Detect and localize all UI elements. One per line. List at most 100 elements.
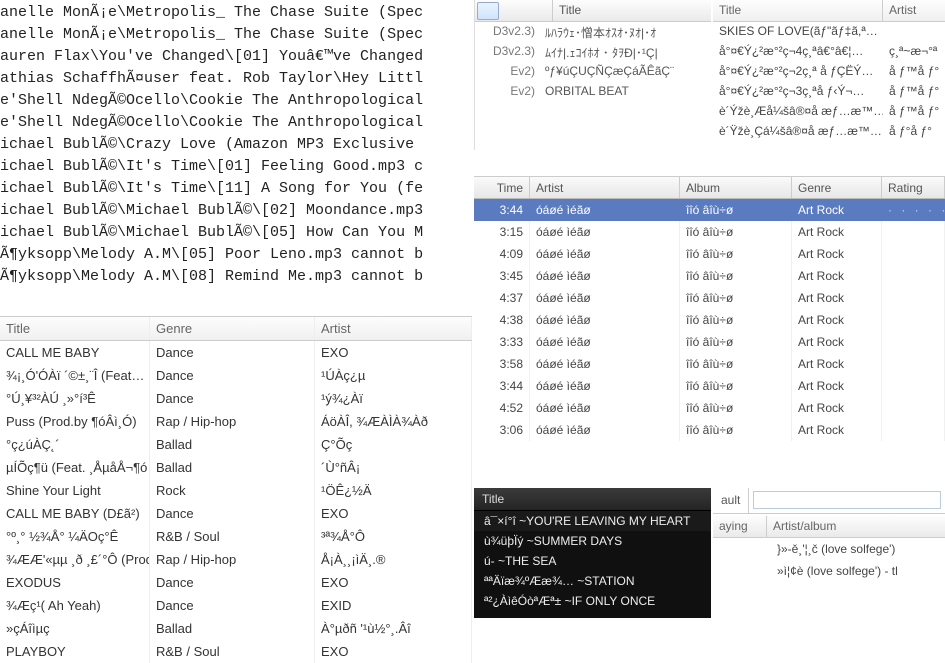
table-row[interactable]: CALL ME BABY (D£ã²)DanceEXO bbox=[0, 502, 472, 525]
table-row[interactable]: 3:45óáøé ìéãøîîó âîù÷øArt Rock bbox=[474, 265, 945, 287]
list-item[interactable]: ª²¿ÀìêÓòªÆª± ~IF ONLY ONCE bbox=[474, 591, 711, 611]
cell-rating[interactable] bbox=[882, 265, 945, 287]
table-row[interactable]: 4:37óáøé ìéãøîîó âîù÷øArt Rock bbox=[474, 287, 945, 309]
table-row[interactable]: °Ú¸¥³²ÀÚ ¸»°í³ÊDance¹ý¾¿Àï bbox=[0, 387, 472, 410]
cell-genre: Art Rock bbox=[792, 353, 882, 375]
cell-album: îîó âîù÷ø bbox=[680, 375, 792, 397]
cell-title: ºƒ¥úÇUÇÑÇæÇáÃÊãÇ¨ bbox=[539, 62, 711, 82]
cell-artist: óáøé ìéãø bbox=[530, 287, 680, 309]
col-header-title[interactable]: Title bbox=[0, 317, 150, 340]
cell-rating[interactable] bbox=[882, 287, 945, 309]
table-row[interactable]: °º¸° ½¾Å° ¼ÄOç°ÊR&B / Soul³ª¾Å°Ô bbox=[0, 525, 472, 548]
list-item[interactable]: »ì¦¢è (love solfege') - tl bbox=[713, 560, 945, 582]
cell-artist: óáøé ìéãø bbox=[530, 243, 680, 265]
table-row[interactable]: 4:38óáøé ìéãøîîó âîù÷øArt Rock bbox=[474, 309, 945, 331]
table-row[interactable]: ¾ÆÆ'«µµ ¸ð ¸£´°Ô (Prod…Rap / Hip-hopÅ¡À¸… bbox=[0, 548, 472, 571]
table-row[interactable]: Shine Your LightRock¹ÖÊ¿½Ä bbox=[0, 479, 472, 502]
table-row[interactable]: 4:09óáøé ìéãøîîó âîù÷øArt Rock bbox=[474, 243, 945, 265]
cell-rating[interactable] bbox=[882, 331, 945, 353]
cell-album: îîó âîù÷ø bbox=[680, 221, 792, 243]
cell-title: °ç¿úÀÇ˛´ bbox=[0, 433, 150, 456]
table-row[interactable]: ¾¡¸Ó'ÓÀï ´©±¸¨Î (Feat…Dance¹ÚÀç¿µ bbox=[0, 364, 472, 387]
table-row[interactable]: å°¤€Ý¿²æ°²ç¬3ç¸ªå ƒ‹Ý¬…å ƒ™å ƒ° bbox=[713, 82, 945, 102]
cell-rating[interactable] bbox=[882, 309, 945, 331]
cell-title: ¾ÆÆ'«µµ ¸ð ¸£´°Ô (Prod… bbox=[0, 548, 150, 571]
log-line: auren Flax\You've Changed\[01] Youâ€™ve … bbox=[0, 46, 470, 68]
cell-tag-version: D3v2.3) bbox=[475, 22, 539, 42]
table-row[interactable]: Ev2)ºƒ¥úÇUÇÑÇæÇáÃÊãÇ¨ bbox=[475, 62, 711, 82]
table-row[interactable]: Puss (Prod.by ¶óÂì¸Ó)Rap / Hip-hopÁöÀÎ, … bbox=[0, 410, 472, 433]
cell-rating[interactable] bbox=[882, 397, 945, 419]
cell-title: »çÁîìµç bbox=[0, 617, 150, 640]
cell-title: ¾Æç¹( Ah Yeah) bbox=[0, 594, 150, 617]
table-row[interactable]: 4:52óáøé ìéãøîîó âîù÷øArt Rock bbox=[474, 397, 945, 419]
cell-title: è´Ýžè¸Æå¼šâ®¤å æƒ…æ™… bbox=[713, 102, 883, 122]
list-item[interactable]: â¯×í°î ~YOU'RE LEAVING MY HEART bbox=[474, 511, 711, 531]
cell-artist: å ƒ°å ƒ° bbox=[883, 122, 945, 142]
cell-title: CALL ME BABY (D£ã²) bbox=[0, 502, 150, 525]
cell-time: 3:06 bbox=[474, 419, 530, 441]
table-row[interactable]: å°¤€Ý¿²æ°²ç¬2ç¸ª å ƒÇËÝ…å ƒ™å ƒ° bbox=[713, 62, 945, 82]
cell-time: 3:44 bbox=[474, 199, 530, 221]
table-row[interactable]: è´Ÿžè¸Çá¼šâ®¤å æƒ…æ™…å ƒ°å ƒ° bbox=[713, 122, 945, 142]
col-header-playing[interactable]: aying bbox=[713, 516, 767, 537]
table-row[interactable]: Ev2)ORBITAL BEAT bbox=[475, 82, 711, 102]
cell-rating[interactable] bbox=[882, 375, 945, 397]
table-row[interactable]: D3v2.3)ﾑｲﾅ|.ｪｺｲﾎｵ ･ ﾀｦÐ|･¹Ç| bbox=[475, 42, 711, 62]
cell-rating[interactable]: · · · · · bbox=[882, 199, 945, 221]
col-header-rating[interactable]: Rating bbox=[882, 177, 945, 198]
log-line: ichael BublÃ©\It's Time\[11] A Song for … bbox=[0, 178, 470, 200]
col-header-time[interactable]: Time bbox=[474, 177, 530, 198]
col-header-artist[interactable]: Artist bbox=[883, 0, 945, 21]
col-header-title[interactable]: Title bbox=[713, 0, 883, 21]
cell-rating[interactable] bbox=[882, 419, 945, 441]
table-row[interactable]: D3v2.3)ﾙﾊﾗｳｪ･憎本ｵｽｵ･ﾇｵ|･ｵ bbox=[475, 22, 711, 42]
col-header-artist[interactable]: Artist bbox=[530, 177, 680, 198]
table-row[interactable]: è´Ýžè¸Æå¼šâ®¤å æƒ…æ™…å ƒ™å ƒ° bbox=[713, 102, 945, 122]
list-item[interactable]: }»-ě¸'¦¸č (love solfege') bbox=[713, 538, 945, 560]
table-row[interactable]: 3:15óáøé ìéãøîîó âîù÷øArt Rock bbox=[474, 221, 945, 243]
col-header-artist[interactable]: Artist bbox=[315, 317, 472, 340]
table-row[interactable]: 3:58óáøé ìéãøîîó âîù÷øArt Rock bbox=[474, 353, 945, 375]
cell-rating[interactable] bbox=[882, 353, 945, 375]
col-header-artist-album[interactable]: Artist/album bbox=[767, 516, 945, 537]
cell-genre: Art Rock bbox=[792, 309, 882, 331]
table-row[interactable]: 3:33óáøé ìéãøîîó âîù÷øArt Rock bbox=[474, 331, 945, 353]
cell-genre: Art Rock bbox=[792, 397, 882, 419]
table-row[interactable]: EXODUSDanceEXO bbox=[0, 571, 472, 594]
table-row[interactable]: 3:44óáøé ìéãøîîó âîù÷øArt Rock bbox=[474, 375, 945, 397]
col-header-genre[interactable]: Genre bbox=[792, 177, 882, 198]
cell-genre: Dance bbox=[150, 594, 315, 617]
cell-genre: Ballad bbox=[150, 617, 315, 640]
cell-genre: Art Rock bbox=[792, 221, 882, 243]
cell-genre: Dance bbox=[150, 502, 315, 525]
table-row[interactable]: ¾Æç¹( Ah Yeah)DanceEXID bbox=[0, 594, 472, 617]
table-row[interactable]: °ç¿úÀÇ˛´BalladÇ°Õç bbox=[0, 433, 472, 456]
table-row[interactable]: 3:06óáøé ìéãøîîó âîù÷øArt Rock bbox=[474, 419, 945, 441]
col-header-title[interactable]: Title bbox=[553, 0, 711, 21]
cell-artist: EXO bbox=[315, 341, 472, 364]
table-row[interactable]: å°¤€Ý¿²æ°²ç¬4ç¸ªâ€°â€¦…ç¸ª~æ¬°ª bbox=[713, 42, 945, 62]
preset-input[interactable] bbox=[753, 491, 941, 509]
col-header-title[interactable]: Title bbox=[474, 488, 711, 511]
table-row[interactable]: µÍÕç¶ü (Feat. ¸ÅµåÅ¬¶ó…Ballad´Ù°ñÂ¡ bbox=[0, 456, 472, 479]
cell-artist: óáøé ìéãø bbox=[530, 397, 680, 419]
list-item[interactable]: ªªÄïæ¾ºÆæ¾… ~STATION bbox=[474, 571, 711, 591]
table-row[interactable]: PLAYBOYR&B / SoulEXO bbox=[0, 640, 472, 663]
col-header-album[interactable]: Album bbox=[680, 177, 792, 198]
cell-artist: óáøé ìéãø bbox=[530, 375, 680, 397]
title-artist-panel: Title Artist SKIES OF LOVE(ãƒ"ãƒ‡ã,ª…å°¤… bbox=[713, 0, 945, 150]
list-item[interactable]: ù¾üþÏý ~SUMMER DAYS bbox=[474, 531, 711, 551]
table-row[interactable]: 3:44óáøé ìéãøîîó âîù÷øArt Rock· · · · · bbox=[474, 199, 945, 221]
list-item[interactable]: ú- ~THE SEA bbox=[474, 551, 711, 571]
table-row[interactable]: CALL ME BABYDanceEXO bbox=[0, 341, 472, 364]
cell-artist: ¹ÖÊ¿½Ä bbox=[315, 479, 472, 502]
cell-rating[interactable] bbox=[882, 221, 945, 243]
table-row[interactable]: »çÁîìµçBalladÀ°µðñ '¹ù½°¸.Âî bbox=[0, 617, 472, 640]
table-row[interactable]: SKIES OF LOVE(ãƒ"ãƒ‡ã,ª… bbox=[713, 22, 945, 42]
cell-artist: ´Ù°ñÂ¡ bbox=[315, 456, 472, 479]
toolbar-icon[interactable] bbox=[477, 2, 499, 20]
cell-rating[interactable] bbox=[882, 243, 945, 265]
col-header-genre[interactable]: Genre bbox=[150, 317, 315, 340]
cell-artist: ³ª¾Å°Ô bbox=[315, 525, 472, 548]
